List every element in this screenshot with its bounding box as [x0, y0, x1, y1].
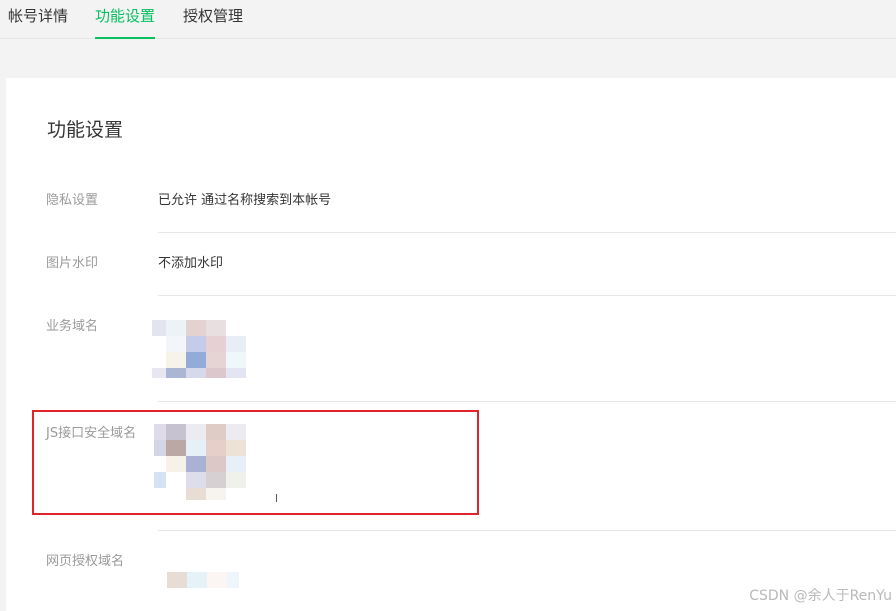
tab-account-details[interactable]: 帐号详情	[8, 6, 68, 26]
tab-bar: 帐号详情 功能设置 授权管理	[0, 0, 896, 39]
tab-authorization-management[interactable]: 授权管理	[183, 6, 243, 26]
page-title: 功能设置	[47, 119, 124, 141]
image-watermark-label: 图片水印	[46, 256, 99, 271]
divider	[158, 295, 896, 296]
image-watermark-value: 不添加水印	[158, 256, 224, 271]
js-safe-domain-highlight	[32, 410, 479, 515]
privacy-settings-label: 隐私设置	[46, 193, 99, 208]
business-domain-label: 业务域名	[46, 319, 99, 334]
divider	[158, 232, 896, 233]
webpage-auth-domain-label: 网页授权域名	[46, 554, 125, 569]
divider	[158, 401, 896, 402]
privacy-settings-value: 已允许 通过名称搜索到本帐号	[158, 193, 332, 208]
page: 帐号详情 功能设置 授权管理 功能设置 隐私设置 已允许 通过名称搜索到本帐号 …	[0, 0, 896, 611]
tab-function-settings[interactable]: 功能设置	[95, 6, 156, 39]
settings-card: 功能设置 隐私设置 已允许 通过名称搜索到本帐号 图片水印 不添加水印 业务域名	[6, 78, 896, 611]
divider	[158, 530, 896, 531]
csdn-watermark: CSDN @余人于RenYu	[749, 588, 892, 604]
